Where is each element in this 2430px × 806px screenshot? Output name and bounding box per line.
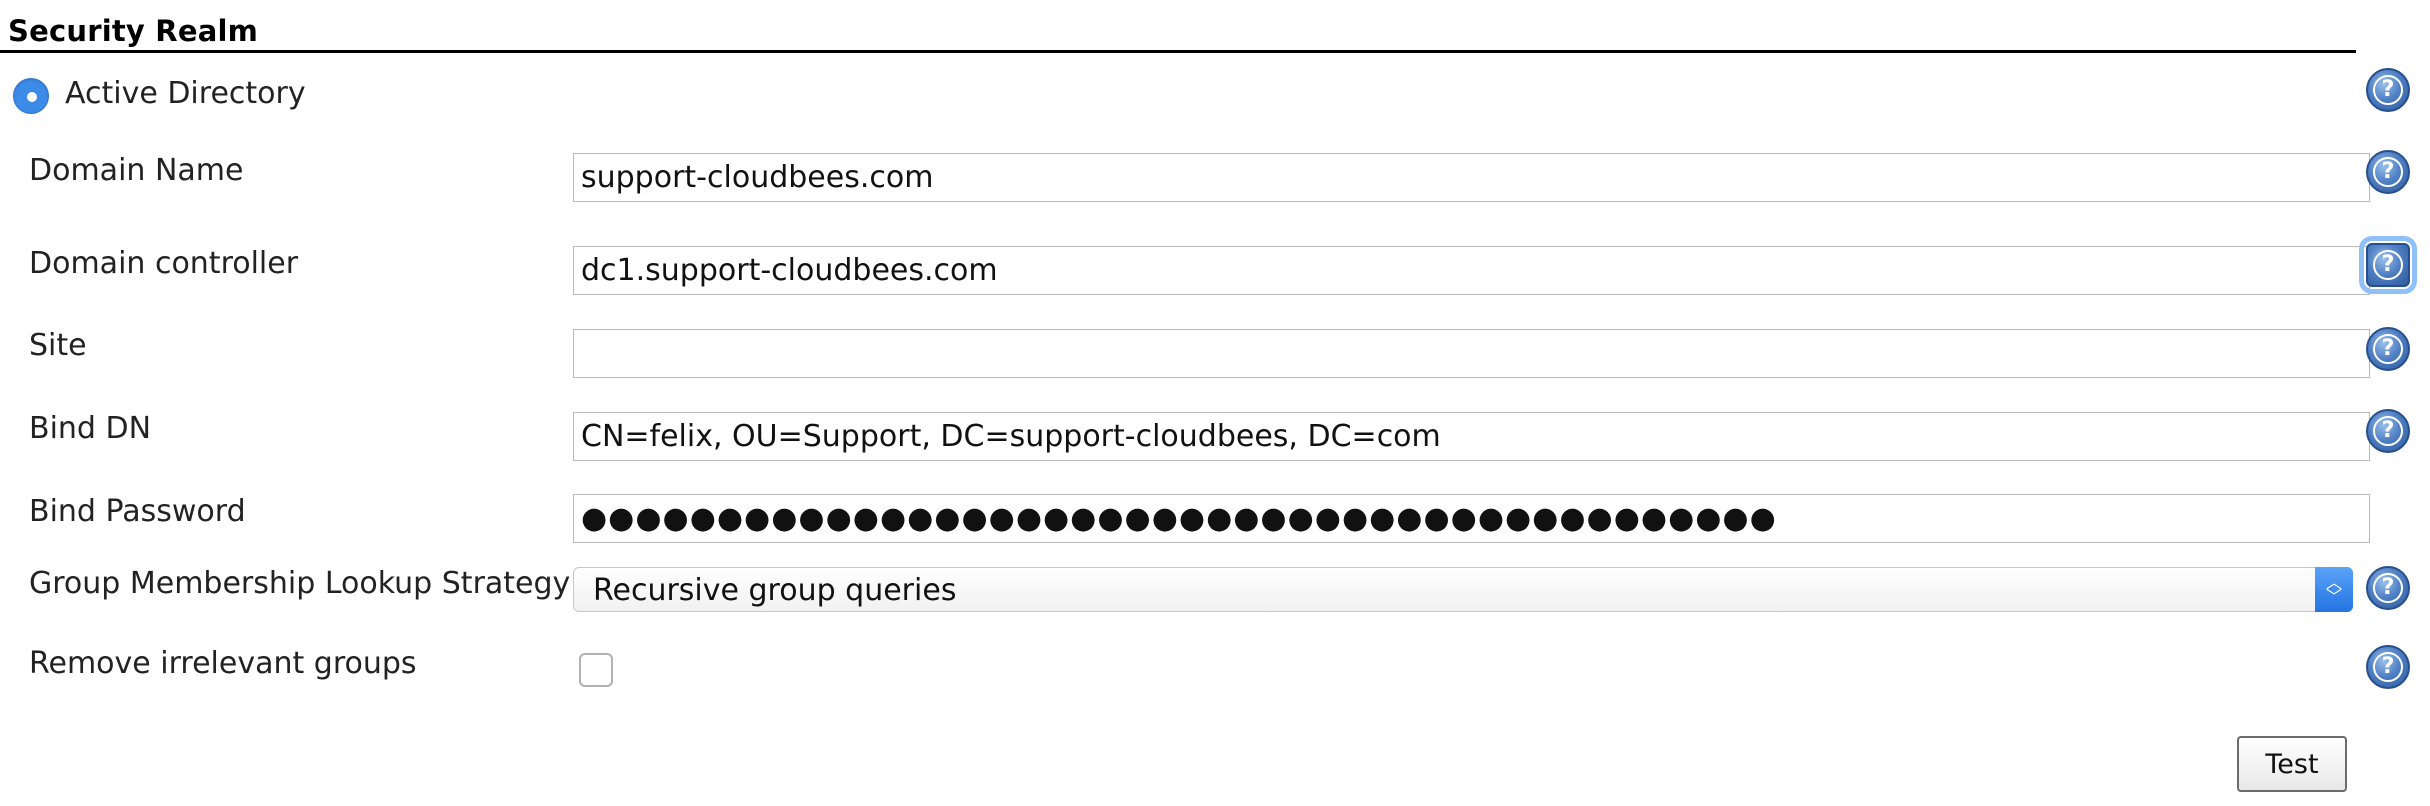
help-icon-remove-groups[interactable]: ? bbox=[2366, 645, 2410, 689]
bind-dn-label: Bind DN bbox=[29, 411, 152, 446]
bind-password-label: Bind Password bbox=[29, 494, 246, 529]
question-mark-icon: ? bbox=[2373, 334, 2403, 364]
help-icon-domain-controller[interactable]: ? bbox=[2359, 236, 2417, 294]
active-directory-label[interactable]: Active Directory bbox=[65, 76, 306, 111]
site-label: Site bbox=[29, 328, 87, 363]
updown-chevron-icon: ︿ ﹀ bbox=[2315, 567, 2353, 612]
bind-password-input[interactable] bbox=[573, 494, 2370, 543]
remove-groups-checkbox[interactable] bbox=[579, 653, 613, 687]
domain-name-label: Domain Name bbox=[29, 153, 244, 188]
question-mark-icon: ? bbox=[2373, 652, 2403, 682]
question-mark-icon: ? bbox=[2373, 250, 2403, 280]
section-title: Security Realm bbox=[8, 14, 259, 48]
group-lookup-label: Group Membership Lookup Strategy bbox=[29, 566, 571, 601]
remove-groups-label: Remove irrelevant groups bbox=[29, 646, 417, 681]
domain-controller-input[interactable] bbox=[573, 246, 2370, 295]
help-icon-active-directory[interactable]: ? bbox=[2366, 68, 2410, 112]
domain-name-input[interactable] bbox=[573, 153, 2370, 202]
bind-dn-input[interactable] bbox=[573, 412, 2370, 461]
help-icon-domain-name[interactable]: ? bbox=[2366, 150, 2410, 194]
section-divider bbox=[0, 50, 2356, 53]
help-icon-site[interactable]: ? bbox=[2366, 327, 2410, 371]
question-mark-icon: ? bbox=[2373, 416, 2403, 446]
question-mark-icon: ? bbox=[2373, 573, 2403, 603]
help-icon-group-lookup[interactable]: ? bbox=[2366, 566, 2410, 610]
question-mark-icon: ? bbox=[2373, 157, 2403, 187]
question-mark-icon: ? bbox=[2373, 75, 2403, 105]
help-icon-bind-dn[interactable]: ? bbox=[2366, 409, 2410, 453]
group-lookup-selected-value: Recursive group queries bbox=[593, 573, 957, 608]
security-realm-panel: Security Realm Active Directory ? Domain… bbox=[0, 0, 2430, 806]
domain-controller-label: Domain controller bbox=[29, 246, 299, 281]
group-lookup-select[interactable]: Recursive group queries ︿ ﹀ bbox=[573, 567, 2353, 612]
site-input[interactable] bbox=[573, 329, 2370, 378]
active-directory-radio[interactable] bbox=[13, 78, 49, 114]
test-button[interactable]: Test bbox=[2237, 736, 2347, 792]
